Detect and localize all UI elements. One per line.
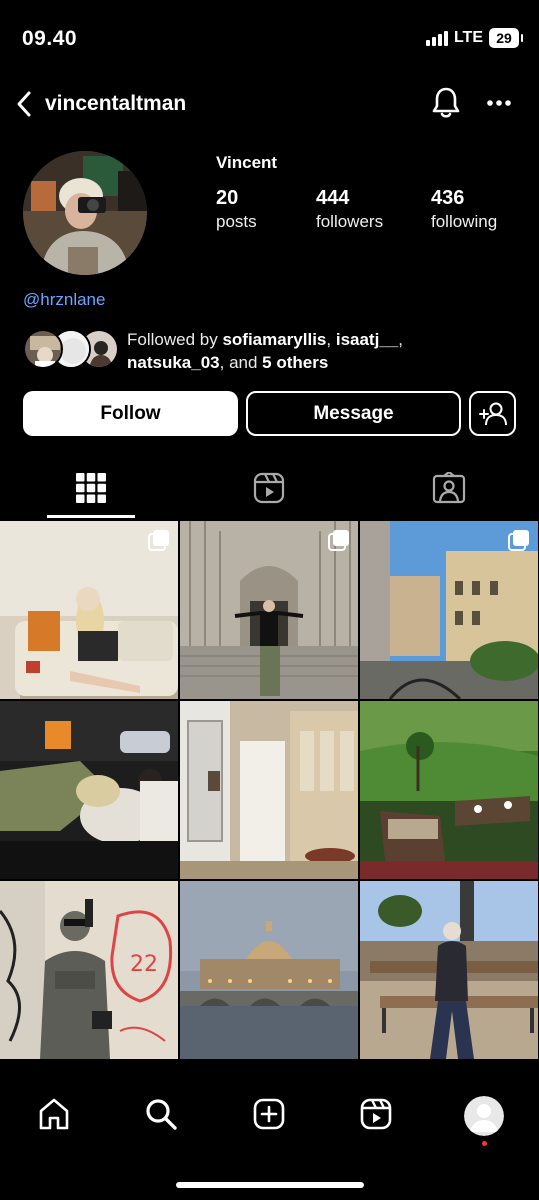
network-label: LTE (453, 29, 483, 46)
post-thumbnail[interactable] (360, 521, 538, 699)
bottom-navigation (0, 1062, 539, 1200)
display-name: Vincent (216, 153, 278, 172)
followers-stat[interactable]: 444 followers (316, 186, 383, 234)
post-thumbnail[interactable] (180, 521, 358, 699)
nav-create[interactable] (249, 1094, 289, 1134)
profile-tabs (0, 462, 539, 518)
tab-posts-grid[interactable] (71, 468, 111, 508)
profile-header: vincentaltman (0, 82, 539, 126)
tab-tagged[interactable] (429, 468, 469, 508)
multiple-photos-icon (148, 530, 169, 551)
add-person-icon (478, 402, 507, 425)
posts-grid: 22 (0, 521, 539, 1061)
tab-reels[interactable] (249, 468, 289, 508)
more-options-button[interactable] (484, 88, 514, 118)
avatar-photo (23, 151, 147, 275)
message-button[interactable]: Message (246, 391, 461, 436)
chevron-left-icon (17, 91, 31, 117)
bio-link[interactable]: @hrznlane (23, 290, 105, 310)
followed-by-section[interactable]: Followed by sofiamaryllis, isaatj__, nat… (23, 328, 523, 372)
posts-stat[interactable]: 20 posts (216, 186, 257, 234)
reels-icon (360, 1098, 392, 1130)
svg-text:22: 22 (130, 952, 158, 977)
posts-label: posts (216, 212, 257, 231)
followers-count: 444 (316, 187, 350, 209)
status-indicators: LTE 29 (425, 28, 523, 48)
tagged-icon (432, 472, 466, 504)
post-thumbnail[interactable] (360, 881, 538, 1059)
following-label: following (431, 212, 498, 231)
following-count: 436 (431, 187, 465, 209)
status-time: 09.40 (22, 27, 78, 50)
multiple-photos-icon (508, 530, 529, 551)
grid-icon (76, 473, 106, 503)
nav-home[interactable] (34, 1094, 74, 1134)
post-thumbnail[interactable] (0, 701, 178, 879)
following-stat[interactable]: 436 following (431, 186, 497, 234)
profile-avatar[interactable] (23, 151, 147, 275)
multiple-photos-icon (328, 530, 349, 551)
mutual-avatar (23, 329, 63, 369)
nav-profile-avatar[interactable] (464, 1096, 504, 1136)
active-tab-indicator (47, 515, 135, 518)
battery-icon: 29 (489, 28, 523, 48)
avatar (464, 1096, 504, 1136)
bell-icon (432, 87, 460, 118)
home-indicator (176, 1182, 364, 1188)
more-dots-icon (487, 100, 511, 106)
followed-by-text: Followed by sofiamaryllis, isaatj__, nat… (127, 330, 403, 372)
post-thumbnail[interactable] (180, 881, 358, 1059)
back-button[interactable] (12, 88, 36, 120)
reels-icon (253, 472, 285, 504)
nav-reels[interactable] (356, 1094, 396, 1134)
follow-button[interactable]: Follow (23, 391, 238, 436)
post-thumbnail[interactable] (360, 701, 538, 879)
signal-icon (425, 30, 448, 46)
posts-count: 20 (216, 187, 239, 209)
search-icon (146, 1099, 177, 1130)
notification-dot (482, 1141, 487, 1146)
home-icon (39, 1098, 69, 1130)
post-thumbnail[interactable]: 22 (0, 881, 178, 1059)
nav-search[interactable] (141, 1094, 181, 1134)
suggest-people-button[interactable] (469, 391, 516, 436)
notifications-button[interactable] (430, 86, 462, 120)
profile-username: vincentaltman (45, 92, 187, 115)
create-icon (253, 1098, 285, 1130)
post-thumbnail[interactable] (180, 701, 358, 879)
status-bar: 09.40 LTE 29 (0, 0, 539, 78)
post-thumbnail[interactable] (0, 521, 178, 699)
followers-label: followers (316, 212, 384, 231)
